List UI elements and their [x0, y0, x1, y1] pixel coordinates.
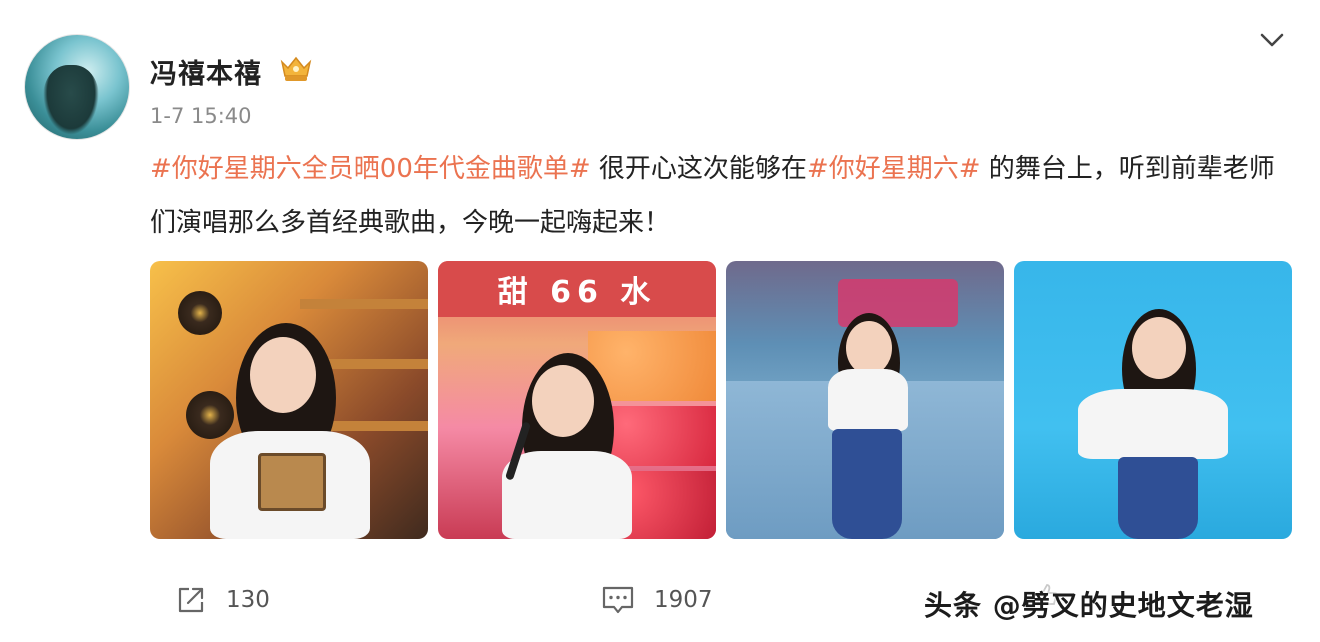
avatar[interactable] — [24, 34, 130, 140]
person-shirt — [1078, 389, 1228, 459]
person-shirt — [828, 369, 908, 431]
post-text: #你好星期六全员晒00年代金曲歌单# 很开心这次能够在#你好星期六# 的舞台上，… — [150, 142, 1300, 250]
share-count: 130 — [226, 587, 270, 613]
trophy-plaque — [258, 453, 326, 511]
post-photo-3[interactable] — [726, 261, 1004, 539]
share-button[interactable]: 130 — [174, 578, 270, 622]
comment-count: 1907 — [654, 587, 713, 613]
post-text-segment: 很开心这次能够在 — [590, 154, 807, 184]
username[interactable]: 冯禧本禧 — [150, 52, 262, 91]
shelf-decor — [300, 299, 428, 309]
person-face — [846, 321, 892, 375]
comment-icon — [602, 586, 634, 614]
person-face — [532, 365, 594, 437]
person-face — [1132, 317, 1186, 379]
vinyl-record-decor — [178, 291, 222, 335]
hashtag-link[interactable]: #你好星期六# — [807, 154, 981, 184]
post-photo-1[interactable] — [150, 261, 428, 539]
avatar-figure — [43, 65, 99, 135]
hashtag-link[interactable]: #你好星期六全员晒00年代金曲歌单# — [150, 154, 591, 184]
share-icon — [178, 587, 204, 613]
watermark: 头条 @劈叉的史地文老湿 — [924, 589, 1254, 622]
vinyl-record-decor — [186, 391, 234, 439]
shop-sign: 甜 66 水 — [438, 261, 716, 317]
person-shirt — [502, 451, 632, 539]
person-skirt — [832, 429, 902, 539]
post-timestamp: 1-7 15:40 — [150, 104, 252, 128]
post-photo-4[interactable] — [1014, 261, 1292, 539]
vip-crown-icon — [280, 56, 312, 81]
person-face — [250, 337, 316, 413]
comment-button[interactable]: 1907 — [600, 578, 713, 622]
chevron-down-icon[interactable] — [1258, 26, 1286, 54]
person-skirt — [1118, 457, 1198, 539]
post-photo-2[interactable]: 甜 66 水 — [438, 261, 716, 539]
